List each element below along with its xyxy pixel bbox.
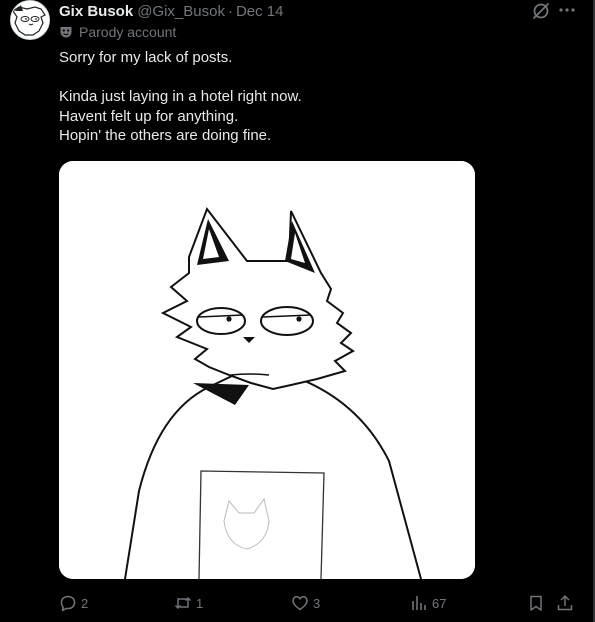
share-icon <box>557 595 573 611</box>
repost-icon <box>174 596 192 610</box>
avatar[interactable] <box>10 0 50 40</box>
share-button[interactable] <box>556 592 574 614</box>
bookmark-button[interactable] <box>527 592 545 614</box>
reply-icon <box>60 595 76 612</box>
author-display-name[interactable]: Gix Busok <box>59 3 133 20</box>
cartoon-dog-avatar-icon <box>11 1 49 39</box>
parody-account-label: Parody account <box>59 24 176 40</box>
post-actions: 2 1 3 67 <box>59 592 579 614</box>
post-media-image[interactable] <box>59 161 475 579</box>
bookmark-icon <box>530 595 542 611</box>
cartoon-wolf-drawing-icon <box>59 161 475 579</box>
theater-mask-icon <box>60 27 72 38</box>
reply-button[interactable]: 2 <box>59 592 88 614</box>
author-handle[interactable]: @Gix_Busok <box>137 3 225 20</box>
post-text-line: Hopin' the others are doing fine. <box>59 127 272 145</box>
post-date[interactable]: Dec 14 <box>236 3 284 20</box>
more-options-icon[interactable] <box>557 0 577 20</box>
like-count: 3 <box>313 595 321 611</box>
reply-count: 2 <box>81 595 89 611</box>
like-button[interactable]: 3 <box>291 592 320 614</box>
separator-dot: · <box>227 2 233 20</box>
post-text-line: Kinda just laying in a hotel right now. <box>59 88 302 106</box>
post-text: Sorry for my lack of posts. Kinda just l… <box>59 48 559 146</box>
repost-count: 1 <box>196 595 204 611</box>
parody-label-text: Parody account <box>79 24 177 40</box>
heart-icon <box>292 596 308 611</box>
views-chart-icon <box>412 596 426 610</box>
repost-button[interactable]: 1 <box>174 592 203 614</box>
views-button[interactable]: 67 <box>410 592 446 614</box>
post-text-line: Sorry for my lack of posts. <box>59 49 233 66</box>
grok-icon[interactable] <box>531 1 551 21</box>
post-text-line: Havent felt up for anything. <box>59 107 239 125</box>
view-count: 67 <box>432 595 447 611</box>
post-header: Gix Busok @Gix_Busok · Dec 14 <box>59 1 283 21</box>
